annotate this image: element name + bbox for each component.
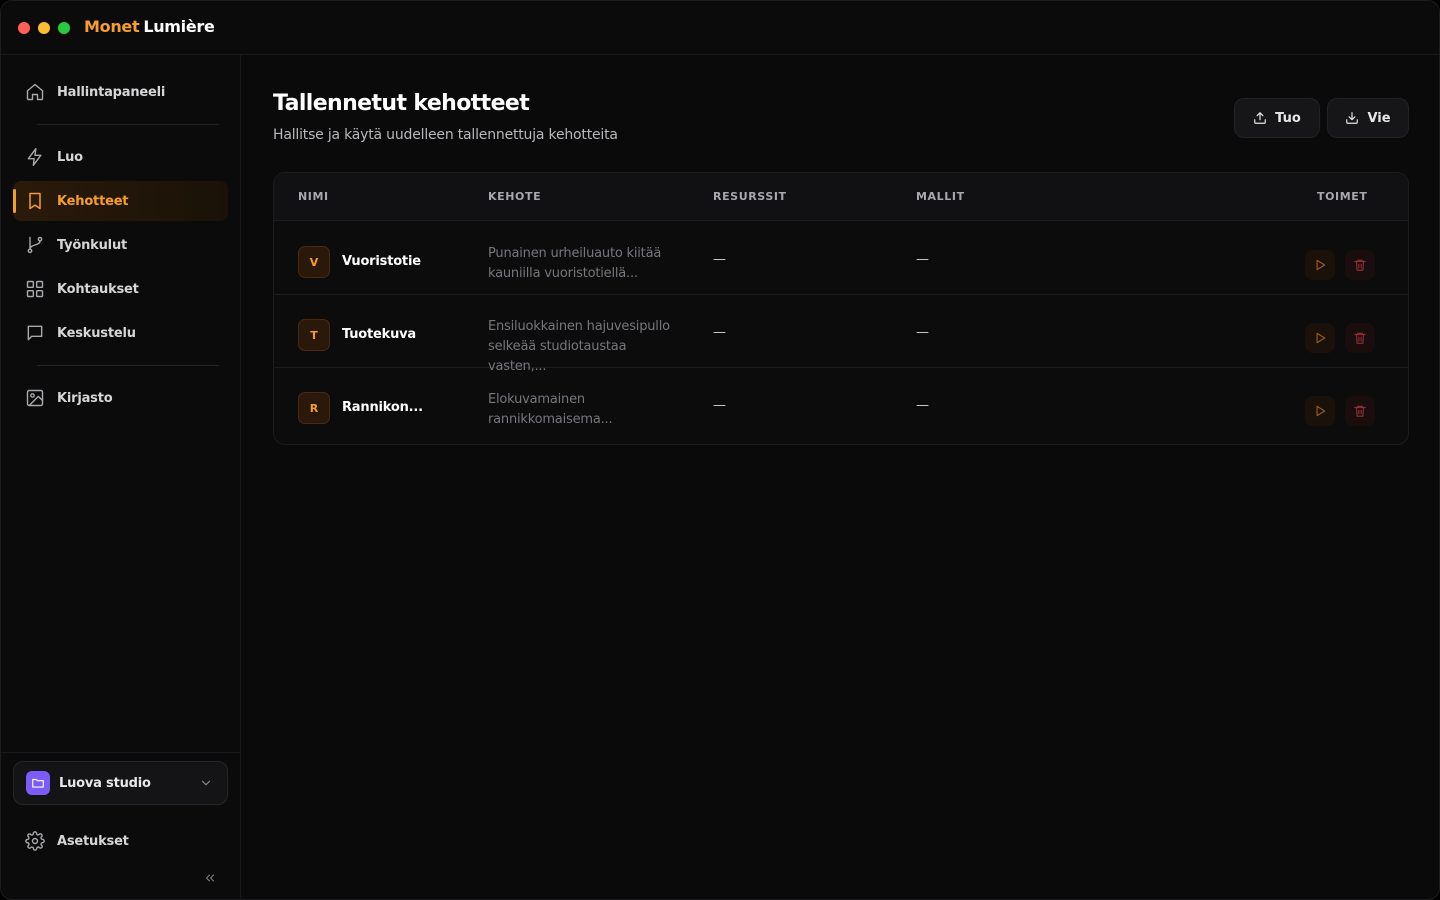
sidebar-item-label: Kohtaukset <box>57 281 139 297</box>
sidebar-item-create[interactable]: Luo <box>13 137 228 177</box>
sidebar-item-library[interactable]: Kirjasto <box>13 378 228 418</box>
sidebar-item-label: Keskustelu <box>57 325 136 341</box>
sidebar-divider <box>37 365 219 366</box>
models-value: — <box>916 398 929 413</box>
sidebar-item-label: Kehotteet <box>57 193 129 209</box>
resources-value: — <box>713 325 726 340</box>
prompt-text-line: Punainen urheiluauto kiitää <box>488 246 662 261</box>
delete-prompt-button[interactable] <box>1345 250 1375 280</box>
bookmark-icon <box>13 191 57 211</box>
import-button[interactable]: Tuo <box>1234 98 1320 138</box>
prompt-initial-badge: R <box>298 392 330 424</box>
sidebar-item-prompts[interactable]: Kehotteet <box>13 181 228 221</box>
sidebar-item-label: Hallintapaneeli <box>57 84 166 100</box>
prompt-name: Tuotekuva <box>342 327 417 342</box>
models-value: — <box>916 325 929 340</box>
table-row[interactable]: T Tuotekuva Ensiluokkainen hajuvesipullo… <box>274 295 1408 374</box>
prompts-table: NIMI KEHOTE RESURSSIT MALLIT TOIMET V Vu… <box>273 172 1409 445</box>
close-window-button[interactable] <box>18 22 30 34</box>
sidebar-item-label: Luo <box>57 149 83 165</box>
run-prompt-button[interactable] <box>1305 250 1335 280</box>
column-header-prompt[interactable]: KEHOTE <box>488 190 541 203</box>
lightning-icon <box>13 147 57 167</box>
trash-icon <box>1354 405 1366 417</box>
workspace-selector[interactable]: Luova studio <box>13 761 228 805</box>
export-button-label: Vie <box>1367 110 1391 126</box>
workspace-label: Luova studio <box>59 775 151 791</box>
resources-value: — <box>713 398 726 413</box>
brand-name-part1: Monet <box>84 17 140 36</box>
gear-icon <box>13 831 57 851</box>
prompt-text-line: Ensiluokkainen hajuvesipullo <box>488 319 670 334</box>
app-window: Monet Lumière Hallintapaneeli Luo Kehotte… <box>0 0 1440 900</box>
table-row[interactable]: R Rannikon... Elokuvamainen rannikkomais… <box>274 368 1408 441</box>
sidebar: Hallintapaneeli Luo Kehotteet Työnkulut <box>1 55 241 899</box>
import-button-label: Tuo <box>1275 110 1301 126</box>
export-button[interactable]: Vie <box>1327 98 1409 138</box>
sidebar-item-dashboard[interactable]: Hallintapaneeli <box>13 72 228 112</box>
chevrons-left-icon <box>205 874 215 882</box>
sidebar-item-label: Asetukset <box>57 833 129 849</box>
grid-icon <box>13 279 57 299</box>
prompt-text: Punainen urheiluauto kiitää kauniilla vu… <box>488 244 688 284</box>
folder-icon <box>26 771 50 795</box>
sidebar-footer-divider <box>1 752 240 753</box>
prompt-text-line: kauniilla vuoristotiellä... <box>488 266 638 281</box>
resources-value: — <box>713 252 726 267</box>
main-content: Tallennetut kehotteet Hallitse ja käytä … <box>241 55 1439 899</box>
page-subtitle: Hallitse ja käytä uudelleen tallennettuj… <box>273 127 618 143</box>
prompt-initial-badge: V <box>298 246 330 278</box>
prompt-text-line: rannikkomaisema... <box>488 412 613 427</box>
sidebar-item-chat[interactable]: Keskustelu <box>13 313 228 353</box>
play-icon <box>1316 332 1326 344</box>
prompt-name: Rannikon... <box>342 400 423 415</box>
collapse-sidebar-button[interactable] <box>201 869 219 887</box>
sidebar-item-label: Kirjasto <box>57 390 113 406</box>
prompt-initial-badge: T <box>298 319 330 351</box>
play-icon <box>1316 259 1326 271</box>
play-icon <box>1316 405 1326 417</box>
git-branch-icon <box>13 235 57 255</box>
prompt-name: Vuoristotie <box>342 254 421 269</box>
sidebar-item-scenes[interactable]: Kohtaukset <box>13 269 228 309</box>
run-prompt-button[interactable] <box>1305 396 1335 426</box>
delete-prompt-button[interactable] <box>1345 323 1375 353</box>
table-header: NIMI KEHOTE RESURSSIT MALLIT TOIMET <box>274 173 1408 221</box>
sidebar-item-workflows[interactable]: Työnkulut <box>13 225 228 265</box>
brand-name-part2: Lumière <box>143 17 215 36</box>
app-brand: Monet Lumière <box>84 17 215 36</box>
column-header-resources[interactable]: RESURSSIT <box>713 190 787 203</box>
sidebar-divider <box>37 124 219 125</box>
page-title: Tallennetut kehotteet <box>273 91 530 116</box>
column-header-models[interactable]: MALLIT <box>916 190 965 203</box>
column-header-actions: TOIMET <box>1317 190 1368 203</box>
prompt-text: Elokuvamainen rannikkomaisema... <box>488 390 688 430</box>
models-value: — <box>916 252 929 267</box>
run-prompt-button[interactable] <box>1305 323 1335 353</box>
maximize-window-button[interactable] <box>58 22 70 34</box>
upload-icon <box>1254 112 1267 124</box>
delete-prompt-button[interactable] <box>1345 396 1375 426</box>
sidebar-item-settings[interactable]: Asetukset <box>13 821 228 861</box>
home-icon <box>13 82 57 102</box>
chevron-down-icon <box>201 780 211 786</box>
table-row[interactable]: V Vuoristotie Punainen urheiluauto kiitä… <box>274 222 1408 295</box>
column-header-name[interactable]: NIMI <box>298 190 329 203</box>
sidebar-item-label: Työnkulut <box>57 237 128 253</box>
trash-icon <box>1354 259 1366 271</box>
download-icon <box>1346 112 1359 124</box>
trash-icon <box>1354 332 1366 344</box>
title-bar: Monet Lumière <box>1 1 1439 55</box>
image-icon <box>13 388 57 408</box>
chat-icon <box>13 323 57 343</box>
prompt-text-line: Elokuvamainen <box>488 392 585 407</box>
minimize-window-button[interactable] <box>38 22 50 34</box>
